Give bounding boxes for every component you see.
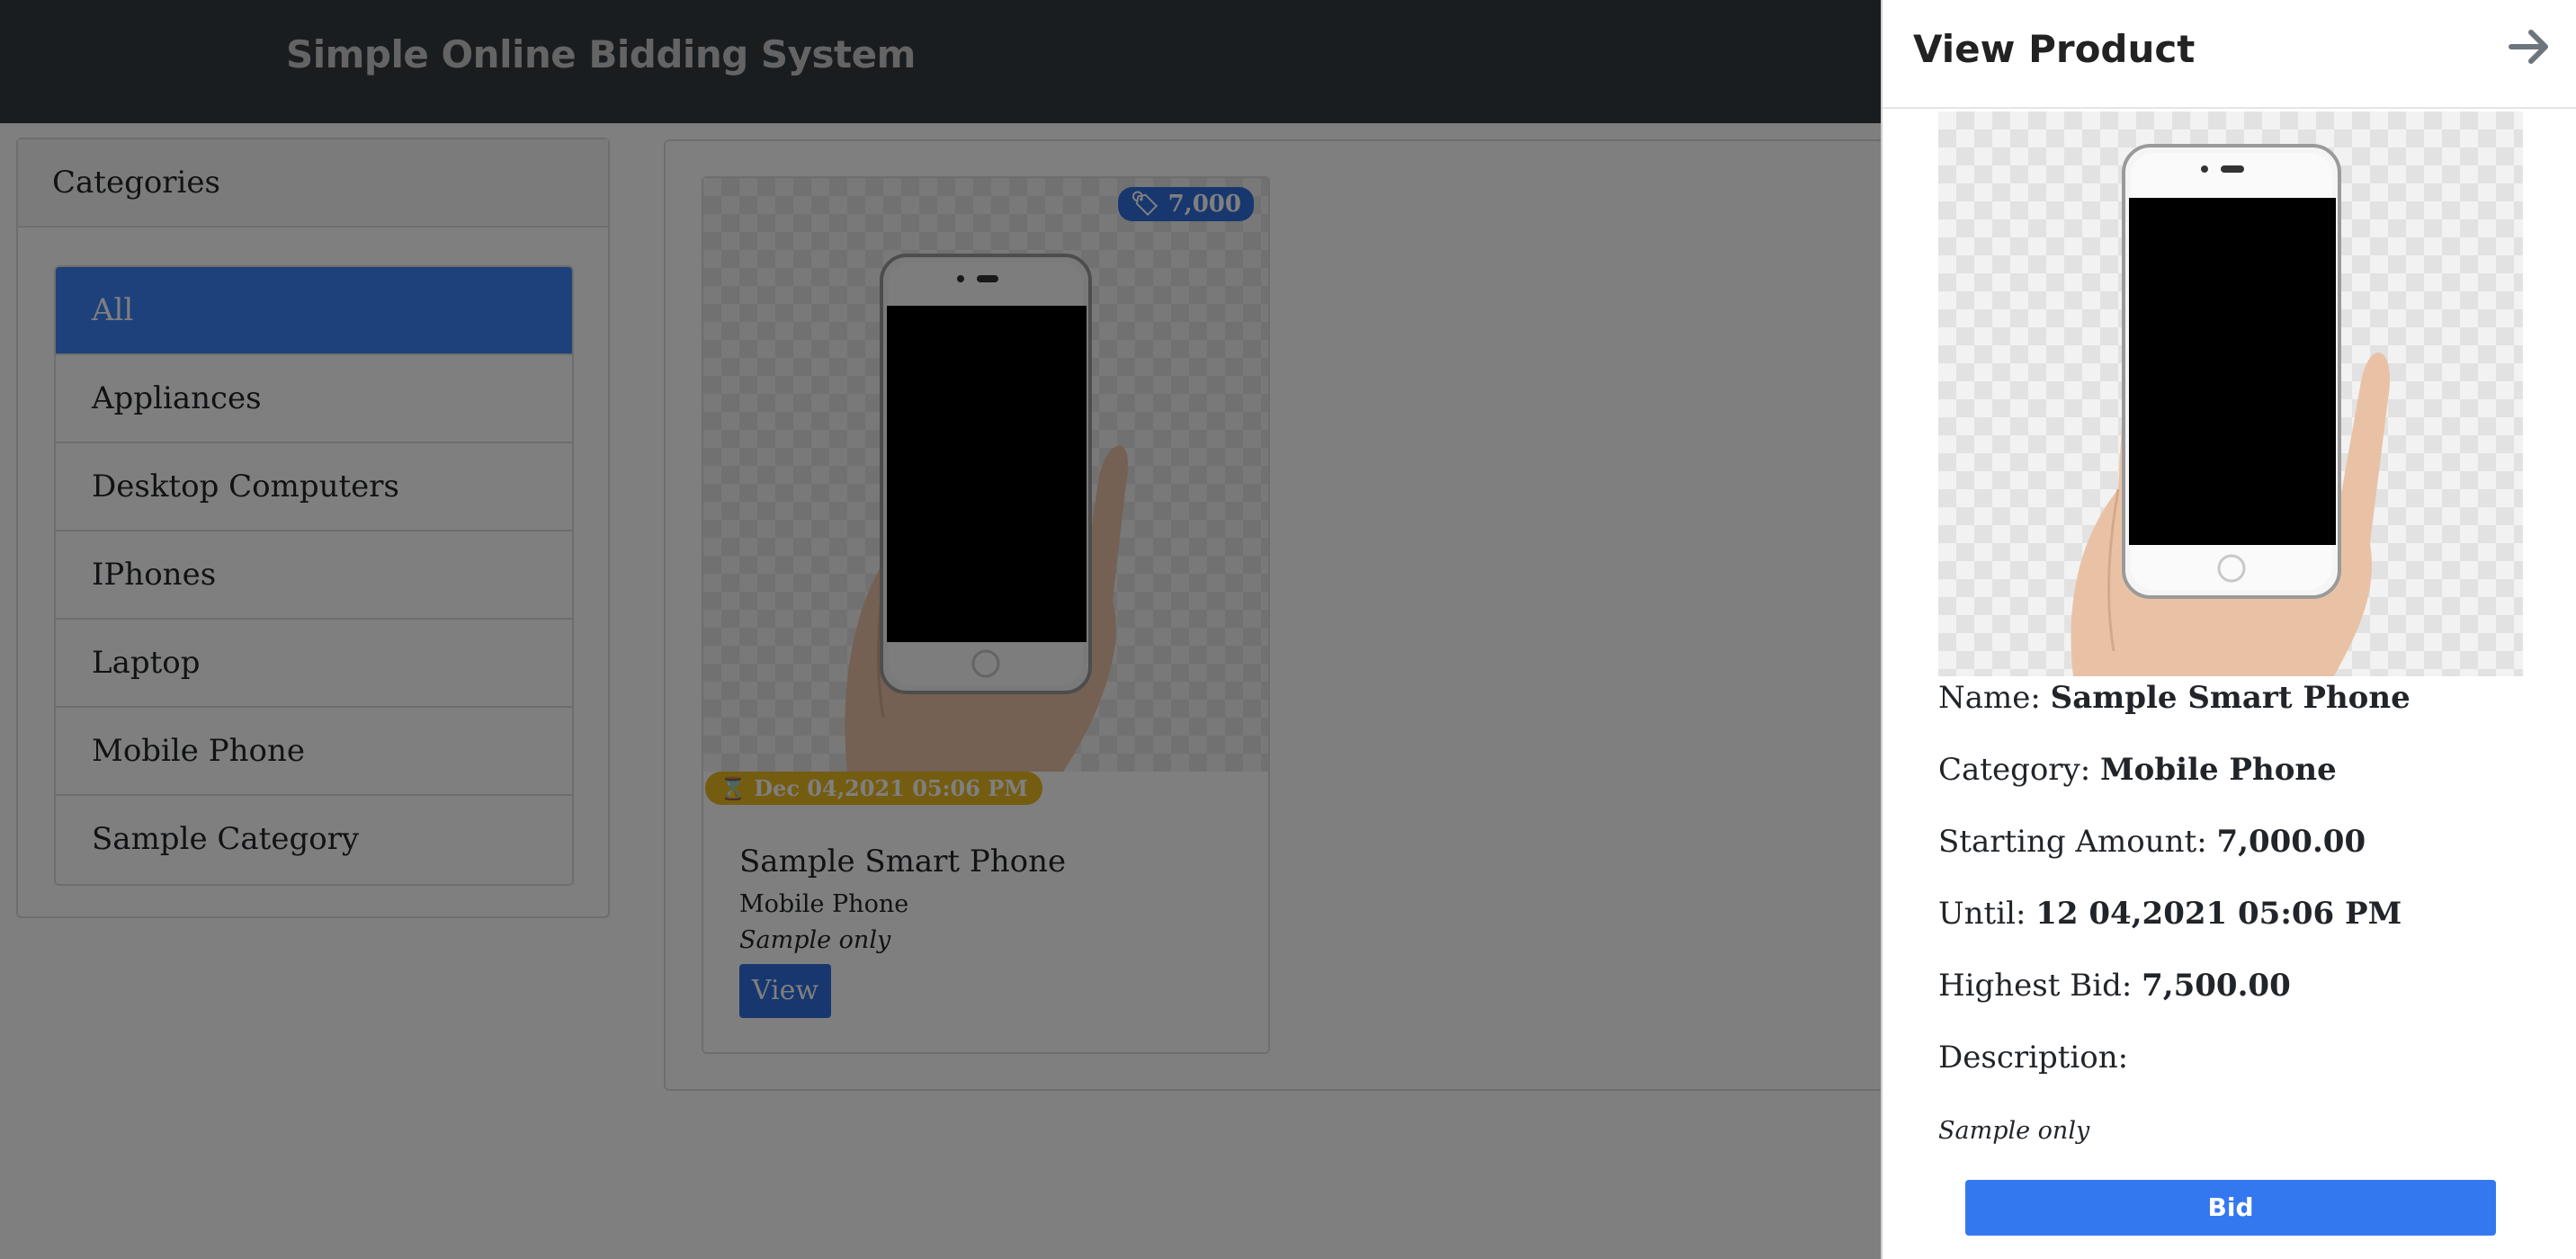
detail-until-value: 12 04,2021 05:06 PM — [2035, 896, 2402, 932]
detail-category-label: Category: — [1938, 752, 2091, 788]
detail-starting-value: 7,000.00 — [2216, 824, 2366, 860]
detail-starting-amount: Starting Amount: 7,000.00 — [1938, 824, 2366, 860]
detail-category-value: Mobile Phone — [2100, 752, 2337, 788]
detail-name-value: Sample Smart Phone — [2050, 680, 2411, 716]
detail-highest-label: Highest Bid: — [1938, 968, 2133, 1004]
panel-header: View Product — [1883, 0, 2576, 109]
detail-until: Until: 12 04,2021 05:06 PM — [1938, 896, 2402, 932]
detail-highest-bid: Highest Bid: 7,500.00 — [1938, 968, 2291, 1004]
detail-description-label: Description: — [1938, 1040, 2129, 1076]
panel-product-image — [1938, 112, 2523, 676]
detail-until-label: Until: — [1938, 896, 2026, 932]
view-product-panel: View Product Name: Sample Smart Phone Ca… — [1881, 0, 2576, 1259]
detail-highest-value: 7,500.00 — [2142, 968, 2291, 1004]
detail-description-value: Sample only — [1938, 1117, 2090, 1145]
detail-category: Category: Mobile Phone — [1938, 752, 2337, 788]
panel-title: View Product — [1913, 27, 2196, 71]
detail-name-label: Name: — [1938, 680, 2041, 716]
detail-starting-label: Starting Amount: — [1938, 824, 2207, 860]
bid-button[interactable]: Bid — [1965, 1180, 2496, 1236]
detail-name: Name: Sample Smart Phone — [1938, 680, 2411, 716]
phone-in-hand-icon — [2071, 144, 2391, 676]
arrow-right-icon[interactable] — [2504, 22, 2554, 72]
